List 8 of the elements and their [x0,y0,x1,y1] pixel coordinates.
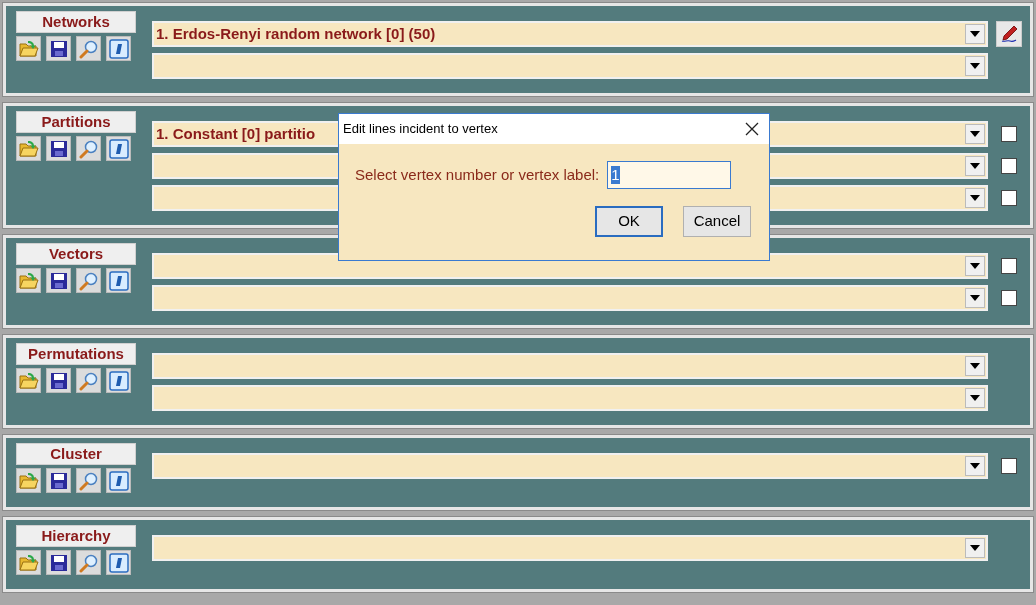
section-title: Cluster [16,443,136,465]
section-title: Vectors [16,243,136,265]
section-title: Permutations [16,343,136,365]
section-title: Partitions [16,111,136,133]
field-label: Select vertex number or vertex label: [355,164,600,185]
dialog-title: Edit lines incident to vertex [343,120,498,139]
section-title: Hierarchy [16,525,136,547]
section-title: Networks [16,11,136,33]
